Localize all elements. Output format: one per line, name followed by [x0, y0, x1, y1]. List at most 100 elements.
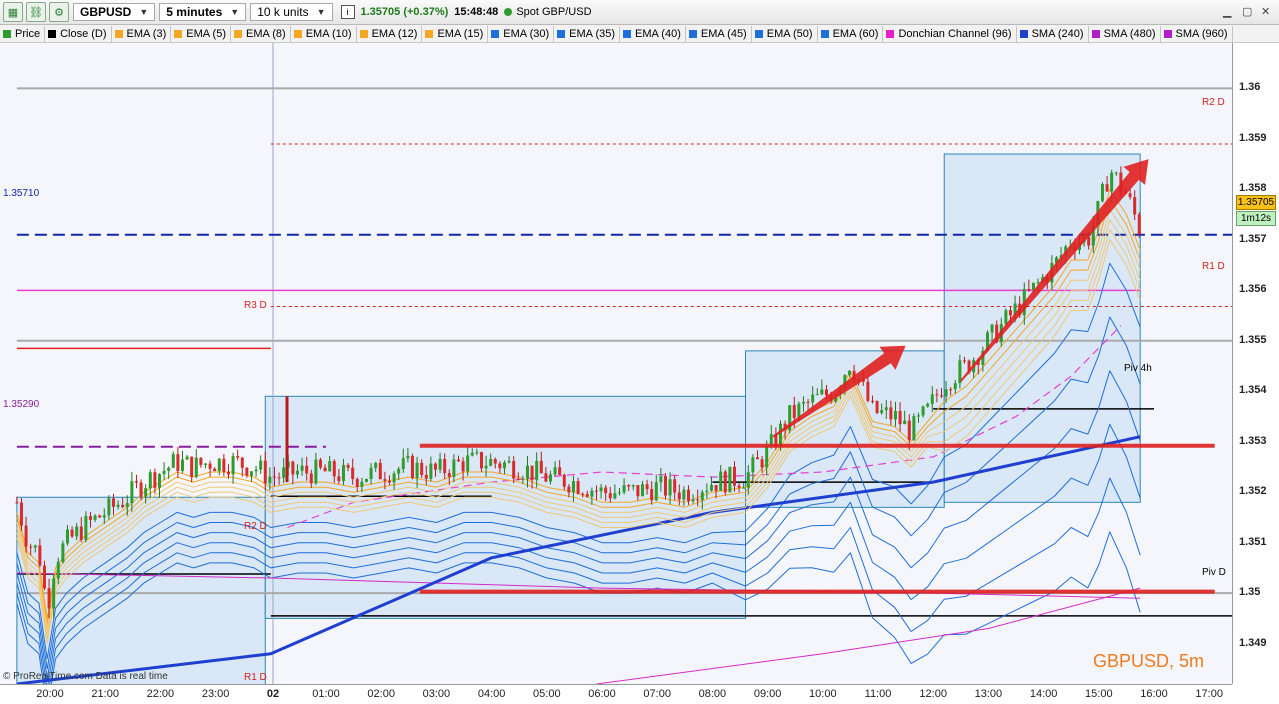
- candle-down: [277, 477, 281, 479]
- candle-up: [728, 466, 732, 493]
- r1d-left-label: R1 D: [244, 672, 267, 683]
- legend-item[interactable]: SMA (480): [1089, 25, 1161, 42]
- candle-up: [1100, 184, 1104, 202]
- settings-icon[interactable]: ⚙: [49, 2, 69, 22]
- legend-swatch: [293, 29, 302, 38]
- candle-down: [134, 481, 138, 483]
- candle-down: [383, 479, 387, 481]
- candle-down: [673, 479, 677, 493]
- candle-down: [38, 545, 42, 566]
- candle-down: [792, 405, 796, 419]
- legend-swatch: [114, 29, 123, 38]
- candle-down: [870, 400, 874, 402]
- candle-up: [525, 465, 529, 479]
- x-tick-label: 22:00: [146, 688, 175, 700]
- candle-up: [397, 469, 401, 474]
- timeframe-select[interactable]: 5 minutes ▼: [159, 3, 247, 21]
- piv-4h-label: Piv 4h: [1124, 363, 1152, 374]
- candle-up: [93, 515, 97, 520]
- candle-down: [332, 461, 336, 477]
- current-price-tag: 1.35705: [1236, 195, 1276, 210]
- candle-up: [369, 467, 373, 479]
- legend-swatch: [688, 29, 697, 38]
- candle-up: [903, 420, 907, 425]
- candle-up: [880, 410, 884, 413]
- legend-swatch: [886, 29, 895, 38]
- candle-down: [594, 490, 598, 492]
- candle-up: [171, 454, 175, 468]
- legend-item[interactable]: Close (D): [45, 25, 112, 42]
- candle-up: [268, 476, 272, 484]
- units-select[interactable]: 10 k units ▼: [250, 3, 333, 21]
- candle-up: [374, 462, 378, 468]
- candle-up: [107, 498, 111, 516]
- legend-swatch: [623, 29, 632, 38]
- candle-up: [801, 401, 805, 404]
- candle-up: [709, 485, 713, 491]
- legend-item[interactable]: EMA (35): [554, 25, 621, 42]
- candle-down: [443, 459, 447, 474]
- close-icon[interactable]: ✕: [1261, 5, 1270, 18]
- candle-down: [530, 465, 534, 481]
- candle-down: [245, 467, 249, 476]
- candle-down: [70, 529, 74, 537]
- legend-item[interactable]: Donchian Channel (96): [883, 25, 1017, 42]
- candle-up: [144, 488, 148, 497]
- maximize-icon[interactable]: ▢: [1242, 5, 1252, 18]
- candle-down: [387, 480, 391, 483]
- candle-down: [714, 485, 718, 491]
- info-icon[interactable]: i: [340, 5, 355, 19]
- legend-swatch: [174, 29, 183, 38]
- candle-down: [493, 459, 497, 464]
- candle-up: [654, 482, 658, 501]
- legend-item[interactable]: EMA (40): [620, 25, 686, 42]
- legend-item[interactable]: Price: [0, 25, 46, 42]
- legend-item[interactable]: EMA (5): [171, 25, 231, 42]
- candle-up: [130, 481, 134, 504]
- legend-item[interactable]: EMA (45): [686, 25, 752, 42]
- legend-item[interactable]: EMA (10): [291, 25, 357, 42]
- x-tick-label: 08:00: [698, 688, 727, 700]
- x-tick-label: 04:00: [477, 688, 506, 700]
- legend-item[interactable]: EMA (12): [357, 25, 423, 42]
- candle-up: [116, 504, 120, 507]
- legend-label: EMA (50): [766, 27, 813, 40]
- candle-down: [263, 460, 267, 484]
- candle-down: [889, 407, 893, 420]
- credit-text: © ProRealTime.com Data is real time: [3, 671, 168, 682]
- link-icon[interactable]: ⛓: [26, 2, 46, 22]
- legend-item[interactable]: SMA (960): [1161, 25, 1233, 42]
- candle-down: [19, 502, 23, 526]
- instrument-select[interactable]: GBPUSD ▼: [73, 3, 156, 21]
- time-axis[interactable]: 20:00 21:00 22:00 23:00 02 01:00 02:00 03:00 04:…: [0, 684, 1232, 704]
- x-tick-label: 21:00: [91, 688, 119, 700]
- candle-down: [88, 515, 92, 520]
- legend-label: Price: [15, 27, 41, 40]
- layout-icon[interactable]: ▦: [3, 2, 23, 22]
- legend-label: Close (D): [60, 27, 107, 40]
- legend-item[interactable]: SMA (240): [1017, 25, 1089, 42]
- candle-down: [15, 502, 19, 504]
- x-tick-label: 16:00: [1140, 688, 1168, 700]
- candle-down: [176, 454, 180, 471]
- candle-up: [912, 416, 916, 441]
- price-chart[interactable]: [0, 43, 1232, 684]
- legend-item[interactable]: EMA (60): [818, 25, 884, 42]
- price-axis[interactable]: 1.349 1.35 1.351 1.352 1.353 1.354 1.355 1.356 1…: [1232, 43, 1279, 684]
- legend-item[interactable]: EMA (50): [752, 25, 818, 42]
- candle-up: [489, 459, 493, 466]
- minimize-icon[interactable]: ▁: [1223, 5, 1231, 18]
- candle-up: [622, 485, 626, 493]
- legend-label: SMA (960): [1175, 27, 1228, 40]
- candle-down: [806, 401, 810, 403]
- legend-item[interactable]: EMA (30): [488, 25, 555, 42]
- candle-down: [139, 482, 143, 497]
- legend-swatch: [1163, 29, 1172, 38]
- x-tick-label: 14:00: [1029, 688, 1058, 700]
- legend-item[interactable]: EMA (15): [422, 25, 489, 42]
- legend-item[interactable]: EMA (3): [112, 25, 172, 42]
- candle-down: [42, 565, 46, 589]
- legend-label: Donchian Channel (96): [898, 27, 1012, 40]
- legend-item[interactable]: EMA (8): [231, 25, 291, 42]
- candle-up: [75, 526, 79, 537]
